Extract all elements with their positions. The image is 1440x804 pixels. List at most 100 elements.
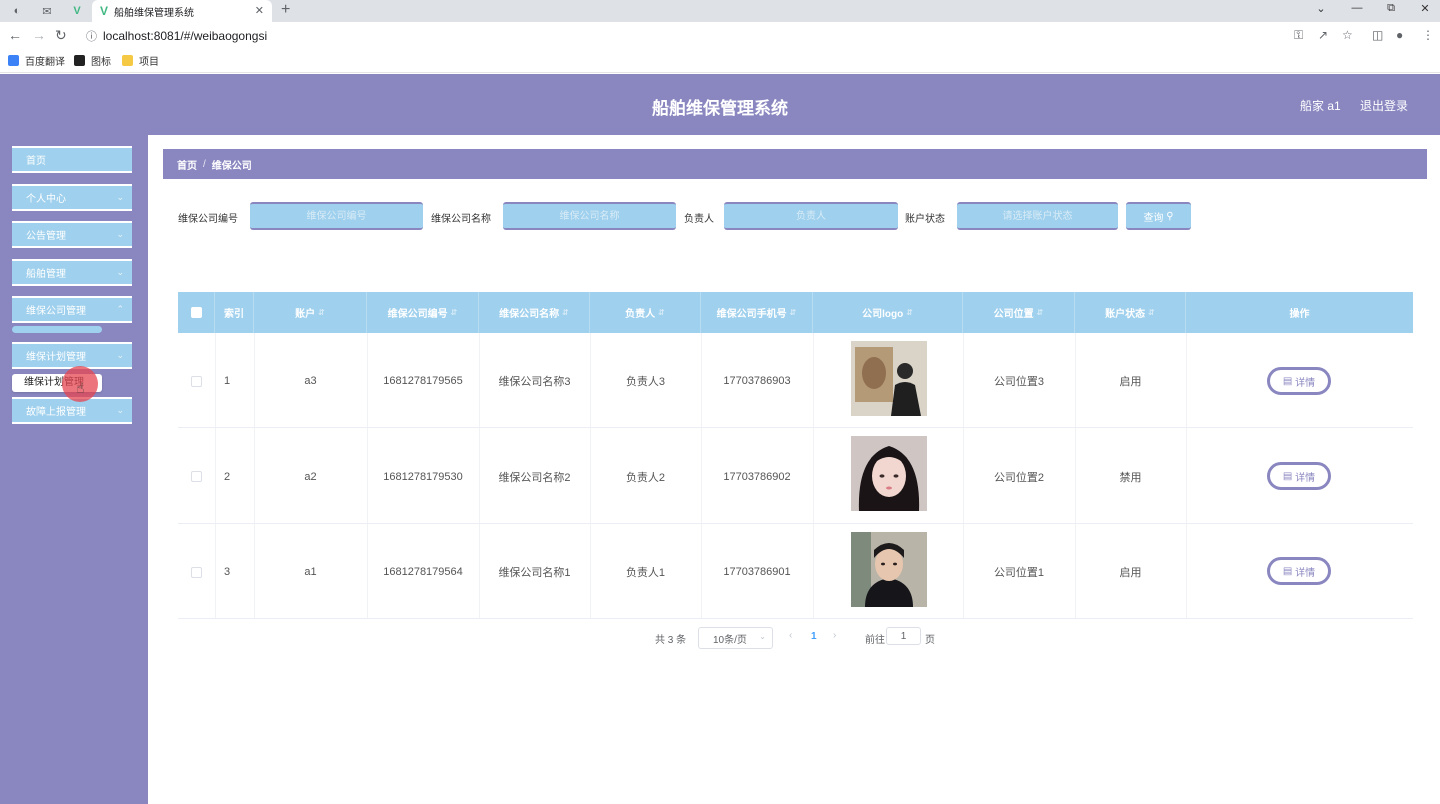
page-number[interactable]: 1: [811, 631, 817, 642]
row-account: a3: [304, 374, 317, 387]
col-actions: 操作: [1289, 309, 1310, 320]
bookmark-item[interactable]: 百度翻译: [8, 53, 65, 68]
url-field[interactable]: ⓘ localhost:8081/#/weibaogongsi: [86, 28, 267, 44]
restore-icon[interactable]: ⧉: [1376, 2, 1406, 15]
window-close-icon[interactable]: ✕: [1410, 2, 1440, 15]
reload-icon[interactable]: ↻: [55, 27, 67, 44]
sort-icon[interactable]: ⇵: [906, 308, 913, 317]
minimize-icon[interactable]: —: [1342, 2, 1372, 14]
globe-icon[interactable]: ◐: [6, 3, 28, 19]
col-phone[interactable]: 维保公司手机号 ⇵: [701, 292, 813, 333]
logout-link[interactable]: 退出登录: [1360, 97, 1408, 114]
document-icon: ▤: [1282, 565, 1293, 577]
chevron-down-icon: ⌄: [116, 350, 124, 360]
sort-icon[interactable]: ⇵: [318, 308, 325, 317]
search-button[interactable]: 查询 ⚲: [1126, 202, 1191, 230]
company-name-input[interactable]: [503, 202, 676, 230]
tab-title: 船舶维保管理系统: [114, 7, 195, 19]
chevron-down-icon: ⌄: [759, 632, 766, 641]
col-company-code[interactable]: 维保公司编号 ⇵: [367, 292, 479, 333]
sidebar-item-home[interactable]: 首页: [12, 146, 132, 173]
goto-page-input[interactable]: [886, 627, 921, 645]
row-index: 1: [223, 374, 231, 387]
col-location[interactable]: 公司位置 ⇵: [963, 292, 1075, 333]
current-user: 船家 a1: [1300, 99, 1341, 113]
key-icon[interactable]: ⚿: [1294, 28, 1303, 43]
sidebar-item-plans[interactable]: 维保计划管理 ⌄: [12, 342, 132, 369]
row-location: 公司位置1: [993, 566, 1045, 579]
col-company-name[interactable]: 维保公司名称 ⇵: [479, 292, 590, 333]
sidebar-item-faults[interactable]: 故障上报管理 ⌄: [12, 397, 132, 424]
document-icon: ▤: [1282, 470, 1293, 482]
browser-tab-bar: ◐ ✉ V V 船舶维保管理系统 ✕ + ⌄ — ⧉ ✕: [0, 0, 1440, 22]
new-tab-icon[interactable]: +: [281, 1, 290, 19]
vue-logo-icon: V: [100, 4, 109, 18]
manager-label: 负责人: [684, 214, 714, 225]
prev-page-icon[interactable]: ‹: [789, 630, 792, 641]
next-page-icon[interactable]: ›: [833, 630, 836, 641]
sort-icon[interactable]: ⇵: [790, 308, 797, 317]
submenu-item[interactable]: [12, 326, 102, 333]
back-icon[interactable]: ←: [8, 27, 22, 43]
company-code-label: 维保公司编号: [178, 214, 238, 225]
sort-icon[interactable]: ⇵: [1037, 308, 1044, 317]
col-manager[interactable]: 负责人 ⇵: [590, 292, 701, 333]
image-icon: [74, 55, 85, 66]
company-code-input[interactable]: [250, 202, 423, 230]
mail-tab-icon[interactable]: ✉: [36, 3, 58, 19]
company-logo-image: [851, 532, 927, 607]
forward-icon[interactable]: →: [32, 27, 46, 43]
sidebar-item-ships[interactable]: 船舶管理 ⌄: [12, 259, 132, 286]
breadcrumb-home[interactable]: 首页: [177, 157, 197, 172]
select-all-cell: [178, 292, 215, 333]
detail-button[interactable]: ▤ 详情: [1267, 557, 1331, 585]
detail-button[interactable]: ▤ 详情: [1267, 367, 1331, 395]
star-icon[interactable]: ☆: [1342, 28, 1353, 42]
vue-tab-icon[interactable]: V: [66, 3, 88, 19]
row-checkbox[interactable]: [191, 376, 202, 387]
row-checkbox[interactable]: [191, 567, 202, 578]
row-account: a2: [304, 470, 317, 483]
folder-icon: [122, 55, 133, 66]
tab-search-icon[interactable]: ⌄: [1306, 2, 1336, 15]
row-status: 启用: [1119, 566, 1142, 579]
sidebar-item-companies[interactable]: 维保公司管理 ⌃: [12, 296, 132, 323]
bookmark-item[interactable]: 项目: [122, 53, 159, 68]
col-account[interactable]: 账户 ⇵: [254, 292, 367, 333]
row-checkbox[interactable]: [191, 471, 202, 482]
more-menu-icon[interactable]: ⋮: [1422, 28, 1434, 42]
sort-icon[interactable]: ⇵: [1148, 308, 1155, 317]
app-title: 船舶维保管理系统: [652, 99, 788, 118]
row-phone: 17703786903: [723, 374, 791, 387]
document-icon: ▤: [1282, 375, 1293, 387]
sort-icon[interactable]: ⇵: [562, 308, 569, 317]
active-tab[interactable]: V 船舶维保管理系统 ✕: [92, 0, 272, 22]
page-size-select[interactable]: 10条/页 ⌄: [698, 627, 773, 649]
chevron-down-icon: ⌄: [116, 192, 124, 202]
row-status: 禁用: [1119, 471, 1142, 484]
company-logo-image: [851, 341, 927, 416]
sidebar-item-notices[interactable]: 公告管理 ⌄: [12, 221, 132, 248]
row-location: 公司位置3: [993, 375, 1045, 388]
bookmark-item[interactable]: 图标: [74, 53, 111, 68]
close-tab-icon[interactable]: ✕: [255, 4, 264, 17]
bookmarks-bar: [0, 49, 1440, 73]
col-status[interactable]: 账户状态 ⇵: [1075, 292, 1186, 333]
sort-icon[interactable]: ⇵: [658, 308, 665, 317]
profile-icon[interactable]: ●: [1396, 28, 1403, 42]
sidebar-item-profile[interactable]: 个人中心 ⌄: [12, 184, 132, 211]
site-info-icon[interactable]: ⓘ: [86, 31, 97, 43]
detail-button[interactable]: ▤ 详情: [1267, 462, 1331, 490]
status-select[interactable]: [957, 202, 1118, 230]
manager-input[interactable]: [724, 202, 898, 230]
row-code: 1681278179565: [383, 374, 463, 387]
breadcrumb-separator: /: [203, 158, 206, 170]
sidepanel-icon[interactable]: ◫: [1372, 28, 1383, 42]
col-logo[interactable]: 公司logo ⇵: [813, 292, 963, 333]
share-icon[interactable]: ↗: [1318, 28, 1328, 42]
row-manager: 负责人1: [625, 566, 666, 579]
row-status: 启用: [1119, 375, 1142, 388]
sort-icon[interactable]: ⇵: [451, 308, 458, 317]
row-code: 1681278179530: [383, 470, 463, 483]
select-all-checkbox[interactable]: [190, 307, 202, 318]
